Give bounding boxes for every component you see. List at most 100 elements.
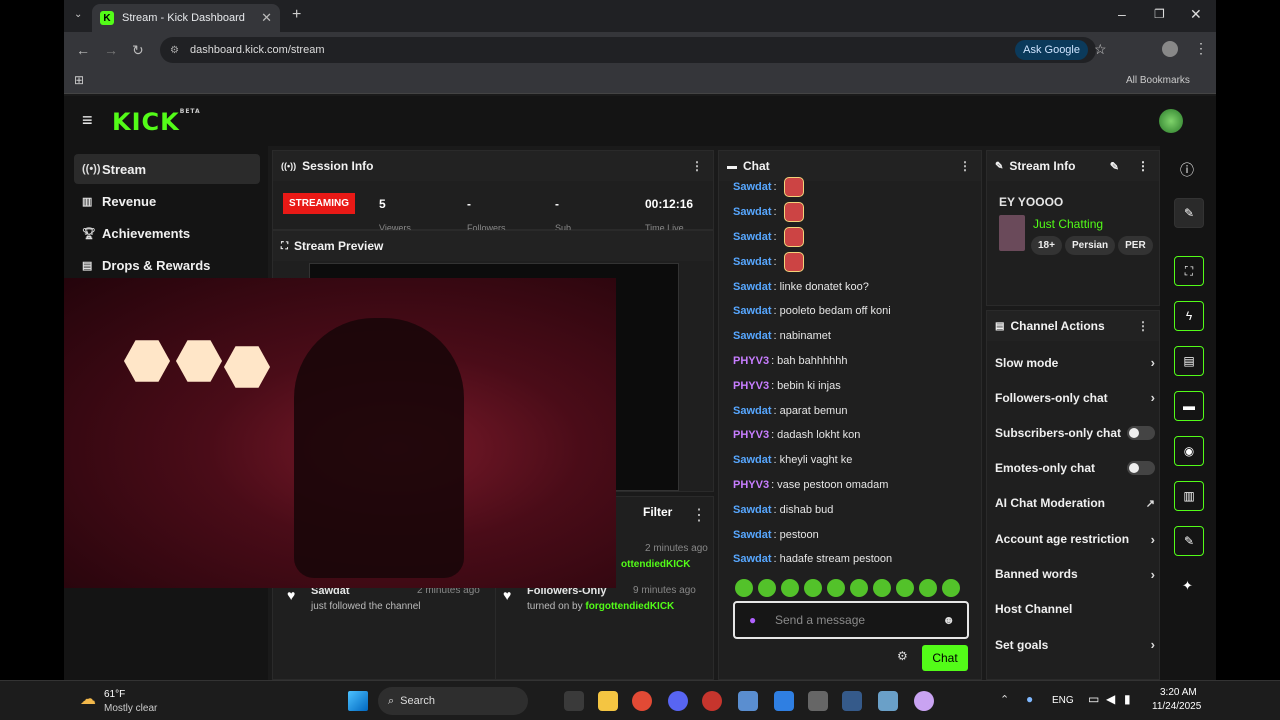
channel-action-item[interactable]: Emotes-only chat [995,460,1155,475]
chrome-icon[interactable] [632,691,652,711]
menu-icon[interactable]: ⋮ [1194,40,1208,57]
battery-icon[interactable]: ▮ [1124,692,1131,706]
channel-action-item[interactable]: Host Channel [995,602,1155,616]
chat-username[interactable]: Sawdat [733,206,772,218]
broadcast-toggle-icon[interactable]: ◉ [1174,436,1204,466]
channel-action-item[interactable]: Set goals › [995,637,1155,652]
kick-logo[interactable]: KICKBETA [112,108,201,136]
taskbar-search[interactable]: ⌕ Search [378,687,528,715]
emote-icon[interactable] [896,579,914,597]
emote-icon[interactable] [735,579,753,597]
tools-icon[interactable]: ✎ [1174,526,1204,556]
toggle-switch[interactable] [1127,425,1155,440]
channel-action-item[interactable]: Subscribers-only chat [995,425,1155,440]
app-icon[interactable] [702,691,722,711]
sidebar-item-stream[interactable]: ((•)) Stream [74,154,260,184]
chat-username[interactable]: Sawdat [733,553,772,565]
language-indicator[interactable]: ENG [1052,695,1074,706]
app-icon[interactable] [808,691,828,711]
hamburger-icon[interactable]: ≡ [82,110,93,131]
mic-icon[interactable]: ● [749,613,756,627]
chat-username[interactable]: PHYV3 [733,479,769,491]
mic-tray-icon[interactable]: ● [1026,692,1033,706]
ask-google-button[interactable]: Ask Google [1015,40,1088,60]
emote-icon[interactable] [850,579,868,597]
sidebar-item-drops[interactable]: ▤ Drops & Rewards [74,250,260,280]
browser-tab[interactable]: K Stream - Kick Dashboard ✕ [92,4,280,32]
app-icon[interactable] [738,691,758,711]
site-info-icon[interactable]: ⚙ [170,45,179,56]
chat-username[interactable]: Sawdat [733,231,772,243]
category-link[interactable]: Just Chatting [1033,217,1103,231]
bookmark-star-icon[interactable]: ☆ [1094,41,1107,58]
emote-icon[interactable] [942,579,960,597]
more-options-icon[interactable]: ⋮ [691,159,703,173]
app-icon[interactable] [774,691,794,711]
emote-icon[interactable] [919,579,937,597]
emote-icon[interactable] [873,579,891,597]
tray-chevron-icon[interactable]: ⌃ [1000,693,1009,706]
volume-icon[interactable]: ◀ [1106,692,1115,706]
all-bookmarks[interactable]: All Bookmarks [1126,75,1190,86]
chat-username[interactable]: Sawdat [733,504,772,516]
discord-icon[interactable] [668,691,688,711]
chat-username[interactable]: Sawdat [733,529,772,541]
edit-layout-icon[interactable]: ✎ [1174,198,1204,228]
close-window-icon[interactable]: ✕ [1190,6,1202,23]
new-tab-icon[interactable]: + [292,6,301,24]
preview-toggle-icon[interactable]: ⛶ [1174,256,1204,286]
channel-action-item[interactable]: AI Chat Moderation ↗ [995,496,1155,510]
file-explorer-icon[interactable] [598,691,618,711]
chat-username[interactable]: Sawdat [733,405,772,417]
lightning-icon[interactable]: ϟ [1174,301,1204,331]
add-widget-icon[interactable]: ✦ [1182,578,1193,594]
minimize-icon[interactable]: – [1118,6,1126,22]
apps-icon[interactable]: ⊞ [74,73,84,87]
tab-search-icon[interactable]: ⌄ [74,9,82,20]
channel-action-item[interactable]: Slow mode › [995,355,1155,370]
chat-username[interactable]: Sawdat [733,281,772,293]
channel-action-item[interactable]: Banned words › [995,567,1155,582]
chat-toggle-icon[interactable]: ▬ [1174,391,1204,421]
emoji-icon[interactable]: ☻ [942,613,955,627]
sidebar-item-achievements[interactable]: 🏆︎ Achievements [74,218,260,248]
maximize-icon[interactable]: ❐ [1154,7,1165,21]
chat-username[interactable]: Sawdat [733,305,772,317]
app-icon[interactable] [842,691,862,711]
close-tab-icon[interactable]: ✕ [261,10,272,26]
more-options-icon[interactable]: ⋮ [1137,319,1149,333]
chat-username[interactable]: PHYV3 [733,355,769,367]
start-icon[interactable] [348,691,368,711]
forward-icon[interactable]: → [104,42,118,58]
chat-username[interactable]: Sawdat [733,330,772,342]
edit-icon[interactable]: ✎ [1110,160,1119,173]
user-avatar[interactable] [1159,109,1183,133]
emote-icon[interactable] [758,579,776,597]
toggle-switch[interactable] [1127,460,1155,475]
filter-button[interactable]: Filter [643,505,672,519]
chat-settings-icon[interactable]: ⚙ [897,649,908,663]
chat-username[interactable]: Sawdat [733,256,772,268]
app-icon[interactable] [878,691,898,711]
profile-icon[interactable] [1162,41,1178,57]
more-options-icon[interactable]: ⋮ [1137,159,1149,173]
more-options-icon[interactable]: ⋮ [959,159,971,173]
info-icon[interactable]: ⓘ [1180,160,1194,180]
emote-icon[interactable] [804,579,822,597]
notes-icon[interactable]: ▤ [1174,346,1204,376]
url-field[interactable]: ⚙ dashboard.kick.com/stream Ask Google [160,37,1096,63]
layout-icon[interactable]: ▥ [1174,481,1204,511]
network-icon[interactable]: ▭ [1088,692,1099,706]
chat-input[interactable]: ● Send a message ☻ [733,601,969,639]
channel-action-item[interactable]: Account age restriction › [995,532,1155,547]
taskview-icon[interactable] [564,691,584,711]
clock-time[interactable]: 3:20 AM [1160,687,1197,698]
channel-action-item[interactable]: Followers-only chat › [995,390,1155,405]
sidebar-item-revenue[interactable]: ▥ Revenue [74,186,260,216]
chat-username[interactable]: PHYV3 [733,380,769,392]
clock-date[interactable]: 11/24/2025 [1152,701,1201,712]
back-icon[interactable]: ← [76,42,90,58]
app-icon[interactable] [914,691,934,711]
emote-icon[interactable] [781,579,799,597]
reload-icon[interactable]: ↻ [132,42,144,59]
